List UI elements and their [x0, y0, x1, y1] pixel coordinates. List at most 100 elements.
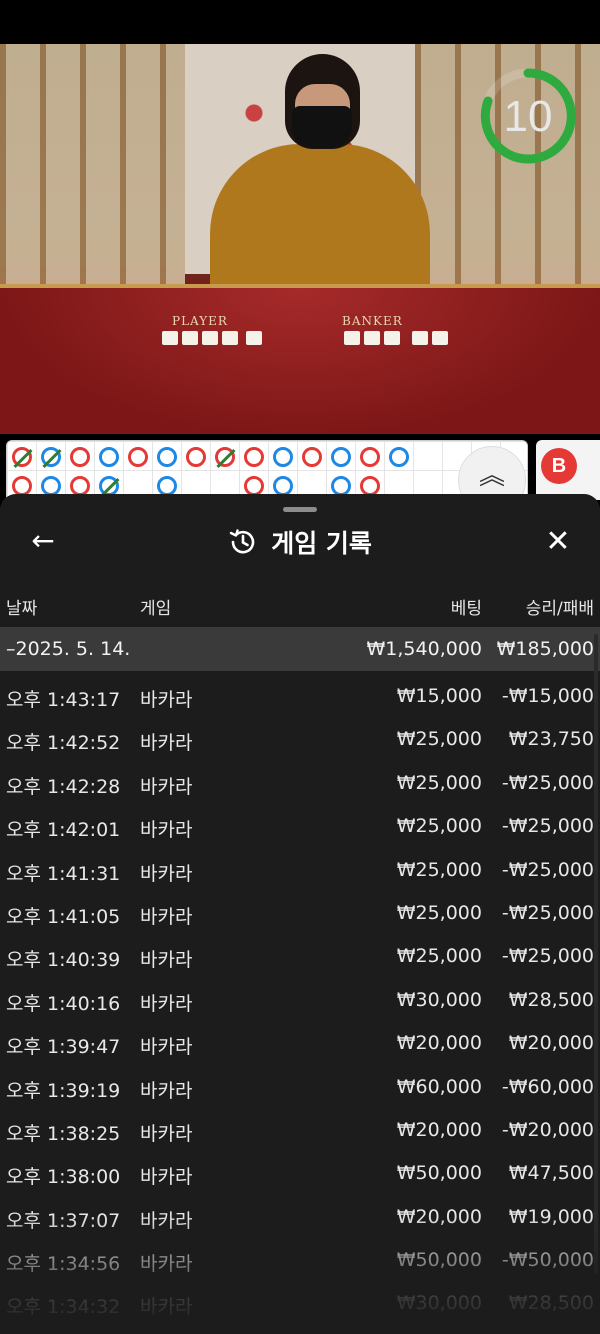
- row-time: 오후 1:40:16: [6, 992, 121, 1015]
- countdown-timer: 10: [503, 92, 553, 141]
- history-row[interactable]: 오후 1:42:28 바카라 ₩25,000 -₩25,000: [0, 761, 600, 804]
- history-row[interactable]: 오후 1:40:16 바카라 ₩30,000 ₩28,500: [0, 978, 600, 1021]
- column-header-win-loss: 승리/패배: [525, 599, 594, 619]
- row-result: ₩47,500: [508, 1162, 594, 1185]
- history-row[interactable]: 오후 1:42:01 바카라 ₩25,000 -₩25,000: [0, 804, 600, 847]
- row-result: -₩25,000: [501, 771, 594, 794]
- date-group-header[interactable]: –2025. 5. 14. ₩1,540,000 ₩185,000: [0, 627, 600, 671]
- bead-banker: [12, 476, 32, 496]
- row-game: 바카라: [140, 819, 193, 842]
- history-row[interactable]: 오후 1:41:05 바카라 ₩25,000 -₩25,000: [0, 891, 600, 934]
- bead-banker: [70, 447, 90, 467]
- row-time: 오후 1:39:47: [6, 1036, 121, 1059]
- scrollbar[interactable]: [594, 634, 598, 1274]
- row-bet: ₩25,000: [396, 945, 482, 968]
- bead-banker: [302, 447, 322, 467]
- bead-player: [389, 447, 409, 467]
- row-bet: ₩25,000: [396, 728, 482, 751]
- history-icon: [229, 529, 255, 554]
- close-button[interactable]: ✕: [540, 524, 576, 560]
- row-game: 바카라: [140, 1166, 193, 1189]
- bead-banker: [360, 476, 380, 496]
- row-result: -₩60,000: [501, 1075, 594, 1098]
- card: [182, 331, 198, 345]
- bead-player: [99, 447, 119, 467]
- bead-banker: [215, 447, 235, 467]
- sheet-title: 게임 기록: [271, 529, 372, 558]
- card: [246, 331, 262, 345]
- row-game: 바카라: [140, 1122, 193, 1145]
- bead-banker: [186, 447, 206, 467]
- history-row[interactable]: 오후 1:40:39 바카라 ₩25,000 -₩25,000: [0, 934, 600, 977]
- bead-road[interactable]: [6, 440, 528, 502]
- group-date: –2025. 5. 14.: [6, 638, 131, 660]
- card: [364, 331, 380, 345]
- bead-player: [41, 447, 61, 467]
- row-result: -₩25,000: [501, 901, 594, 924]
- bead-player: [99, 476, 119, 496]
- history-row[interactable]: 오후 1:42:52 바카라 ₩25,000 ₩23,750: [0, 717, 600, 760]
- banker-badge[interactable]: B: [541, 448, 577, 484]
- group-win-total: ₩185,000: [496, 638, 594, 660]
- row-result: ₩28,500: [508, 988, 594, 1011]
- row-result: -₩25,000: [501, 945, 594, 968]
- row-game: 바카라: [140, 775, 193, 798]
- bead-player: [273, 476, 293, 496]
- bead-banker: [360, 447, 380, 467]
- row-game: 바카라: [140, 992, 193, 1015]
- sheet-grabber[interactable]: [283, 507, 317, 512]
- row-time: 오후 1:38:00: [6, 1166, 121, 1189]
- row-time: 오후 1:41:05: [6, 905, 121, 928]
- row-bet: ₩20,000: [396, 1032, 482, 1055]
- bead-player: [157, 476, 177, 496]
- row-time: 오후 1:40:39: [6, 949, 121, 972]
- table-header: 날짜 게임 베팅 승리/패배: [0, 594, 600, 619]
- row-bet: ₩50,000: [396, 1162, 482, 1185]
- row-game: 바카라: [140, 1036, 193, 1059]
- row-game: 바카라: [140, 689, 193, 711]
- row-game: 바카라: [140, 949, 193, 972]
- row-game: 바카라: [140, 862, 193, 885]
- row-bet: ₩30,000: [396, 988, 482, 1011]
- history-row[interactable]: 오후 1:39:47 바카라 ₩20,000 ₩20,000: [0, 1021, 600, 1064]
- column-header-date: 날짜: [6, 599, 38, 619]
- row-result: ₩20,000: [508, 1032, 594, 1055]
- live-dealer-video: PLAYER BANKER 10: [0, 44, 600, 434]
- row-result: -₩15,000: [501, 685, 594, 707]
- status-bar: [0, 0, 600, 44]
- row-time: 오후 1:38:25: [6, 1122, 121, 1145]
- card: [222, 331, 238, 345]
- lattice-screen-left: [0, 44, 185, 294]
- history-row[interactable]: 오후 1:41:31 바카라 ₩25,000 -₩25,000: [0, 848, 600, 891]
- row-bet: ₩25,000: [396, 815, 482, 838]
- sheet-header: 게임 기록: [0, 524, 600, 560]
- baccarat-table: [0, 284, 600, 434]
- player-label: PLAYER: [172, 314, 228, 328]
- row-time: 오후 1:39:19: [6, 1079, 121, 1102]
- row-game: 바카라: [140, 732, 193, 755]
- column-header-bet: 베팅: [450, 599, 482, 619]
- bead-player: [273, 447, 293, 467]
- row-bet: ₩20,000: [396, 1118, 482, 1141]
- bead-banker: [244, 476, 264, 496]
- card: [412, 331, 428, 345]
- row-result: ₩23,750: [508, 728, 594, 751]
- card: [202, 331, 218, 345]
- column-header-game: 게임: [140, 599, 172, 619]
- row-game: 바카라: [140, 1079, 193, 1102]
- history-row[interactable]: 오후 1:43:17 바카라 ₩15,000 -₩15,000: [0, 674, 600, 717]
- bead-banker: [128, 447, 148, 467]
- row-bet: ₩25,000: [396, 771, 482, 794]
- bead-player: [41, 476, 61, 496]
- history-row[interactable]: 오후 1:38:00 바카라 ₩50,000 ₩47,500: [0, 1151, 600, 1194]
- row-bet: ₩25,000: [396, 901, 482, 924]
- history-row[interactable]: 오후 1:38:25 바카라 ₩20,000 -₩20,000: [0, 1108, 600, 1151]
- card: [432, 331, 448, 345]
- list-fade: [0, 1214, 600, 1334]
- row-bet: ₩25,000: [396, 858, 482, 881]
- history-row[interactable]: 오후 1:39:19 바카라 ₩60,000 -₩60,000: [0, 1065, 600, 1108]
- bead-player: [331, 447, 351, 467]
- bead-banker: [70, 476, 90, 496]
- row-result: -₩20,000: [501, 1118, 594, 1141]
- bead-player: [157, 447, 177, 467]
